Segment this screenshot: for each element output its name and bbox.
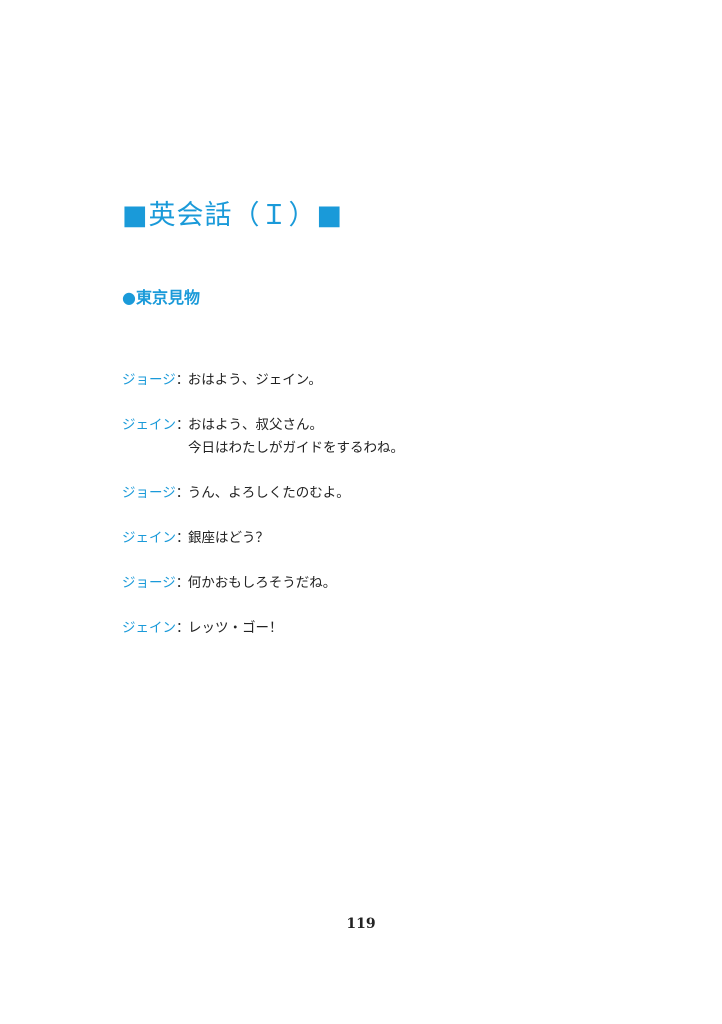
speaker-name: ジョージ [122, 575, 176, 591]
speech: レッツ・ゴー！ [188, 617, 283, 640]
speech-text: 何かおもしろそうだね。 [187, 575, 337, 591]
speaker-name: ジェイン [122, 530, 176, 546]
speaker-name: ジェイン [122, 620, 176, 636]
speaker-colon: ： [175, 575, 190, 591]
speech: うん、よろしくたのむよ。 [188, 482, 350, 505]
speaker-colon: ： [175, 485, 190, 501]
speech-text: レッツ・ゴー！ [188, 620, 283, 636]
speaker-colon: ： [176, 530, 190, 546]
dialogue-line: ジョージ ： おはよう、ジェイン。 [122, 369, 602, 392]
section-heading: ●東京見物 [122, 288, 200, 307]
speech: 銀座はどう？ [188, 527, 269, 550]
dialogue-line: ジョージ ： 何かおもしろそうだね。 [122, 572, 602, 595]
dialogue-line: ジェイン ： おはよう、叔父さん。 今日はわたしがガイドをするわね。 [122, 414, 602, 460]
dialogue-line: ジェイン ： レッツ・ゴー！ [122, 617, 602, 640]
speaker-colon: ： [176, 620, 190, 636]
speaker-name: ジェイン [122, 417, 176, 433]
speaker-colon: ： [176, 417, 190, 433]
speaker-name: ジョージ [122, 372, 176, 388]
speaker-name: ジョージ [122, 485, 176, 501]
speech: 何かおもしろそうだね。 [188, 572, 337, 595]
speaker-colon: ： [175, 372, 190, 388]
speech-text: おはよう、ジェイン。 [187, 372, 322, 388]
dialogue-line: ジェイン ： 銀座はどう？ [122, 527, 602, 550]
page-title: ■英会話（Ｉ）■ [122, 200, 344, 231]
page-number: 119 [346, 916, 376, 932]
speech-text: 銀座はどう？ [188, 530, 269, 546]
dialogue-line: ジョージ ： うん、よろしくたのむよ。 [122, 482, 602, 505]
book-page: ■英会話（Ｉ）■ ●東京見物 ジョージ ： おはよう、ジェイン。 ジェイン ： … [0, 0, 722, 1024]
dialogue: ジョージ ： おはよう、ジェイン。 ジェイン ： おはよう、叔父さん。 今日はわ… [122, 369, 602, 640]
speech-text: うん、よろしくたのむよ。 [187, 485, 350, 501]
speech: おはよう、ジェイン。 [188, 369, 322, 392]
speech-text: おはよう、叔父さん。 [188, 417, 323, 433]
speech: おはよう、叔父さん。 今日はわたしがガイドをするわね。 [188, 414, 404, 460]
speech-text: 今日はわたしがガイドをするわね。 [188, 440, 404, 456]
